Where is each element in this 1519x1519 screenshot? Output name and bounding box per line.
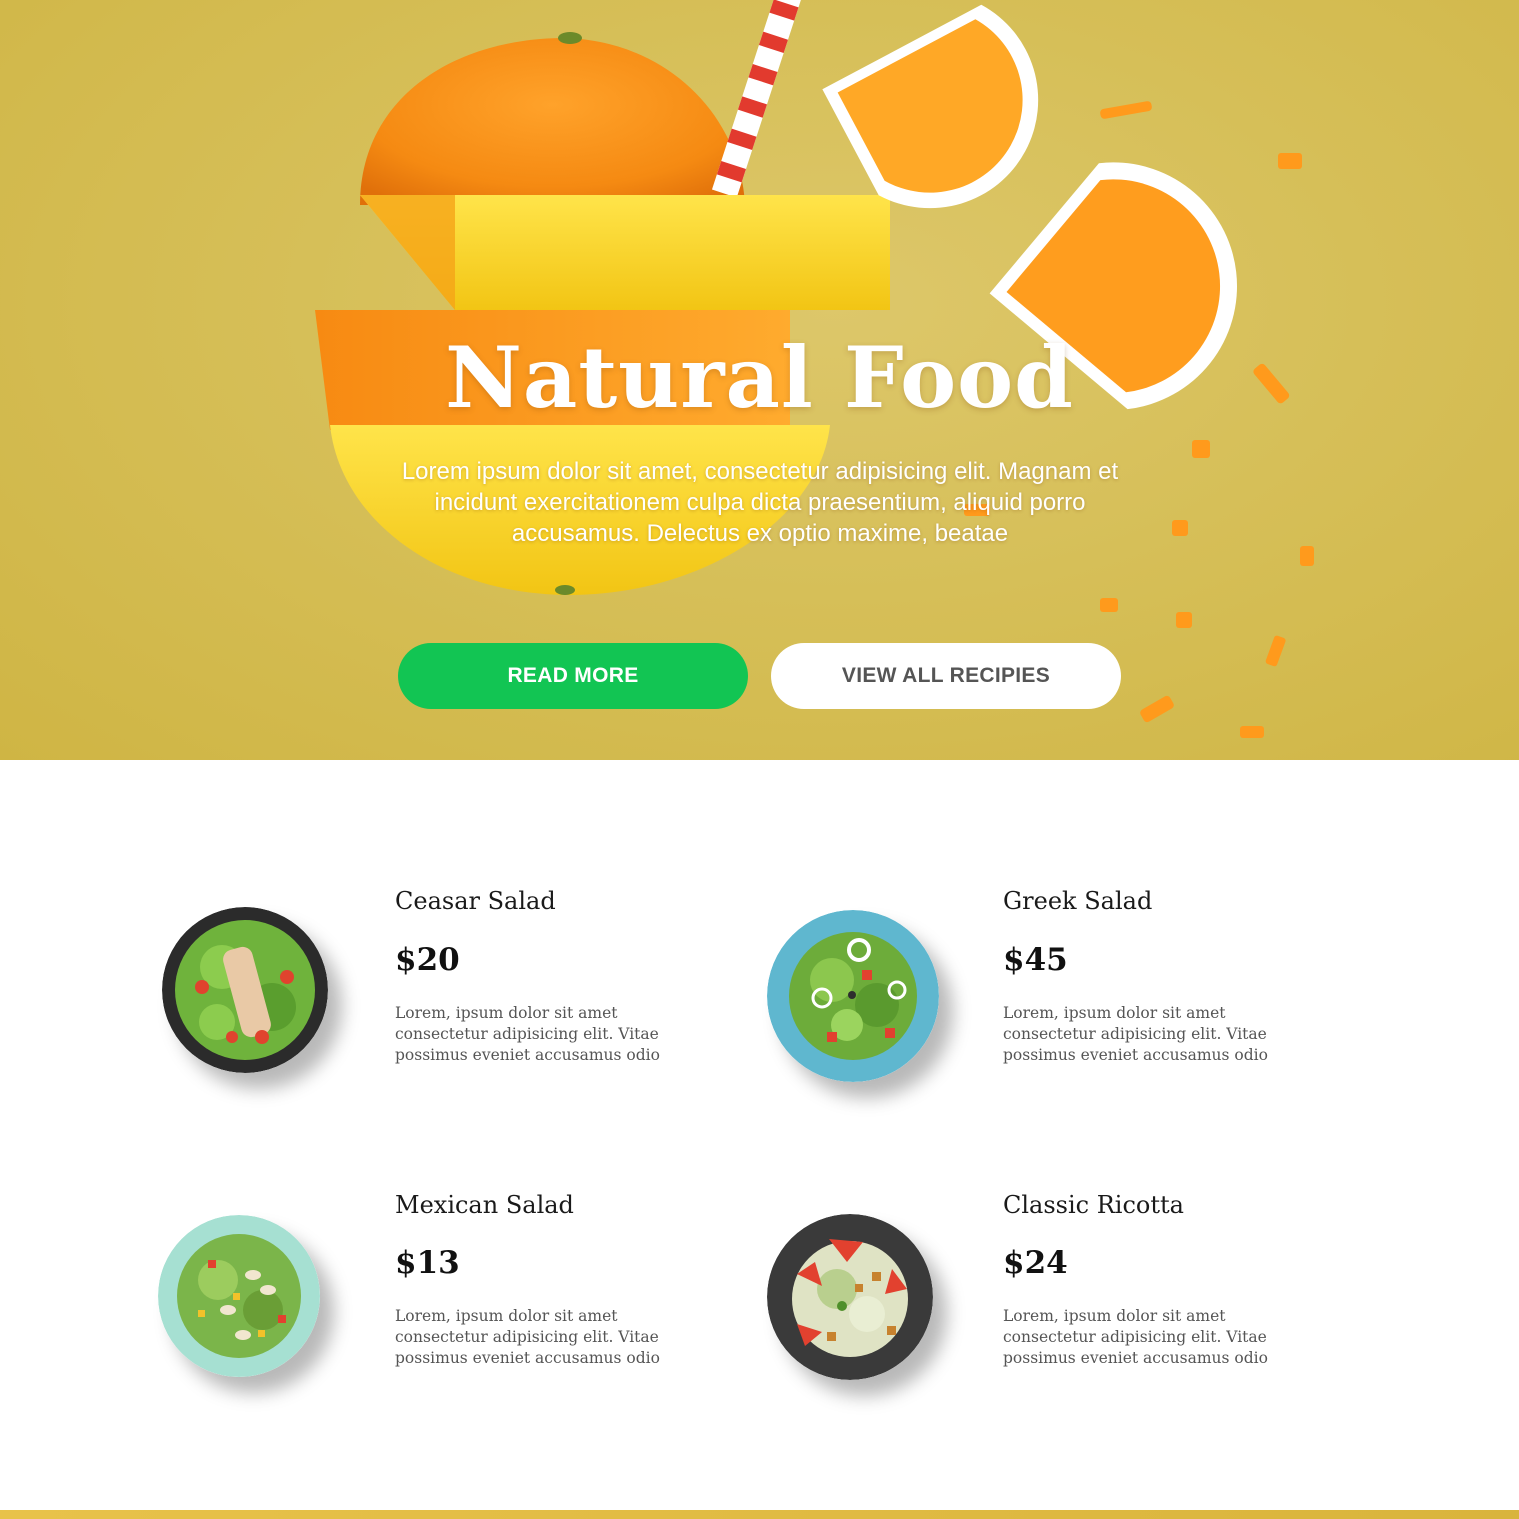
item-name: Ceasar Salad	[395, 887, 556, 915]
classic-ricotta-image	[767, 1214, 933, 1380]
item-name: Greek Salad	[1003, 887, 1153, 915]
item-name: Classic Ricotta	[1003, 1191, 1184, 1219]
hero-section: Natural Food Lorem ipsum dolor sit amet,…	[0, 0, 1519, 760]
item-description: Lorem, ipsum dolor sit amet consectetur …	[395, 1307, 660, 1367]
read-more-button[interactable]: READ MORE	[398, 643, 748, 709]
item-price: $13	[395, 1245, 460, 1281]
item-price: $20	[395, 942, 460, 978]
greek-salad-image	[767, 910, 939, 1082]
footer-accent-bar	[0, 1510, 1519, 1519]
item-description: Lorem, ipsum dolor sit amet consectetur …	[1003, 1004, 1268, 1064]
view-all-recipes-button[interactable]: VIEW ALL RECIPIES	[771, 643, 1121, 709]
item-description: Lorem, ipsum dolor sit amet consectetur …	[1003, 1307, 1268, 1367]
ceasar-salad-image	[162, 907, 328, 1073]
item-description: Lorem, ipsum dolor sit amet consectetur …	[395, 1004, 660, 1064]
item-price: $45	[1003, 942, 1068, 978]
hero-title: Natural Food	[445, 328, 1074, 427]
item-price: $24	[1003, 1245, 1068, 1281]
mexican-salad-image	[158, 1215, 320, 1377]
item-name: Mexican Salad	[395, 1191, 574, 1219]
hero-description: Lorem ipsum dolor sit amet, consectetur …	[401, 458, 1119, 547]
